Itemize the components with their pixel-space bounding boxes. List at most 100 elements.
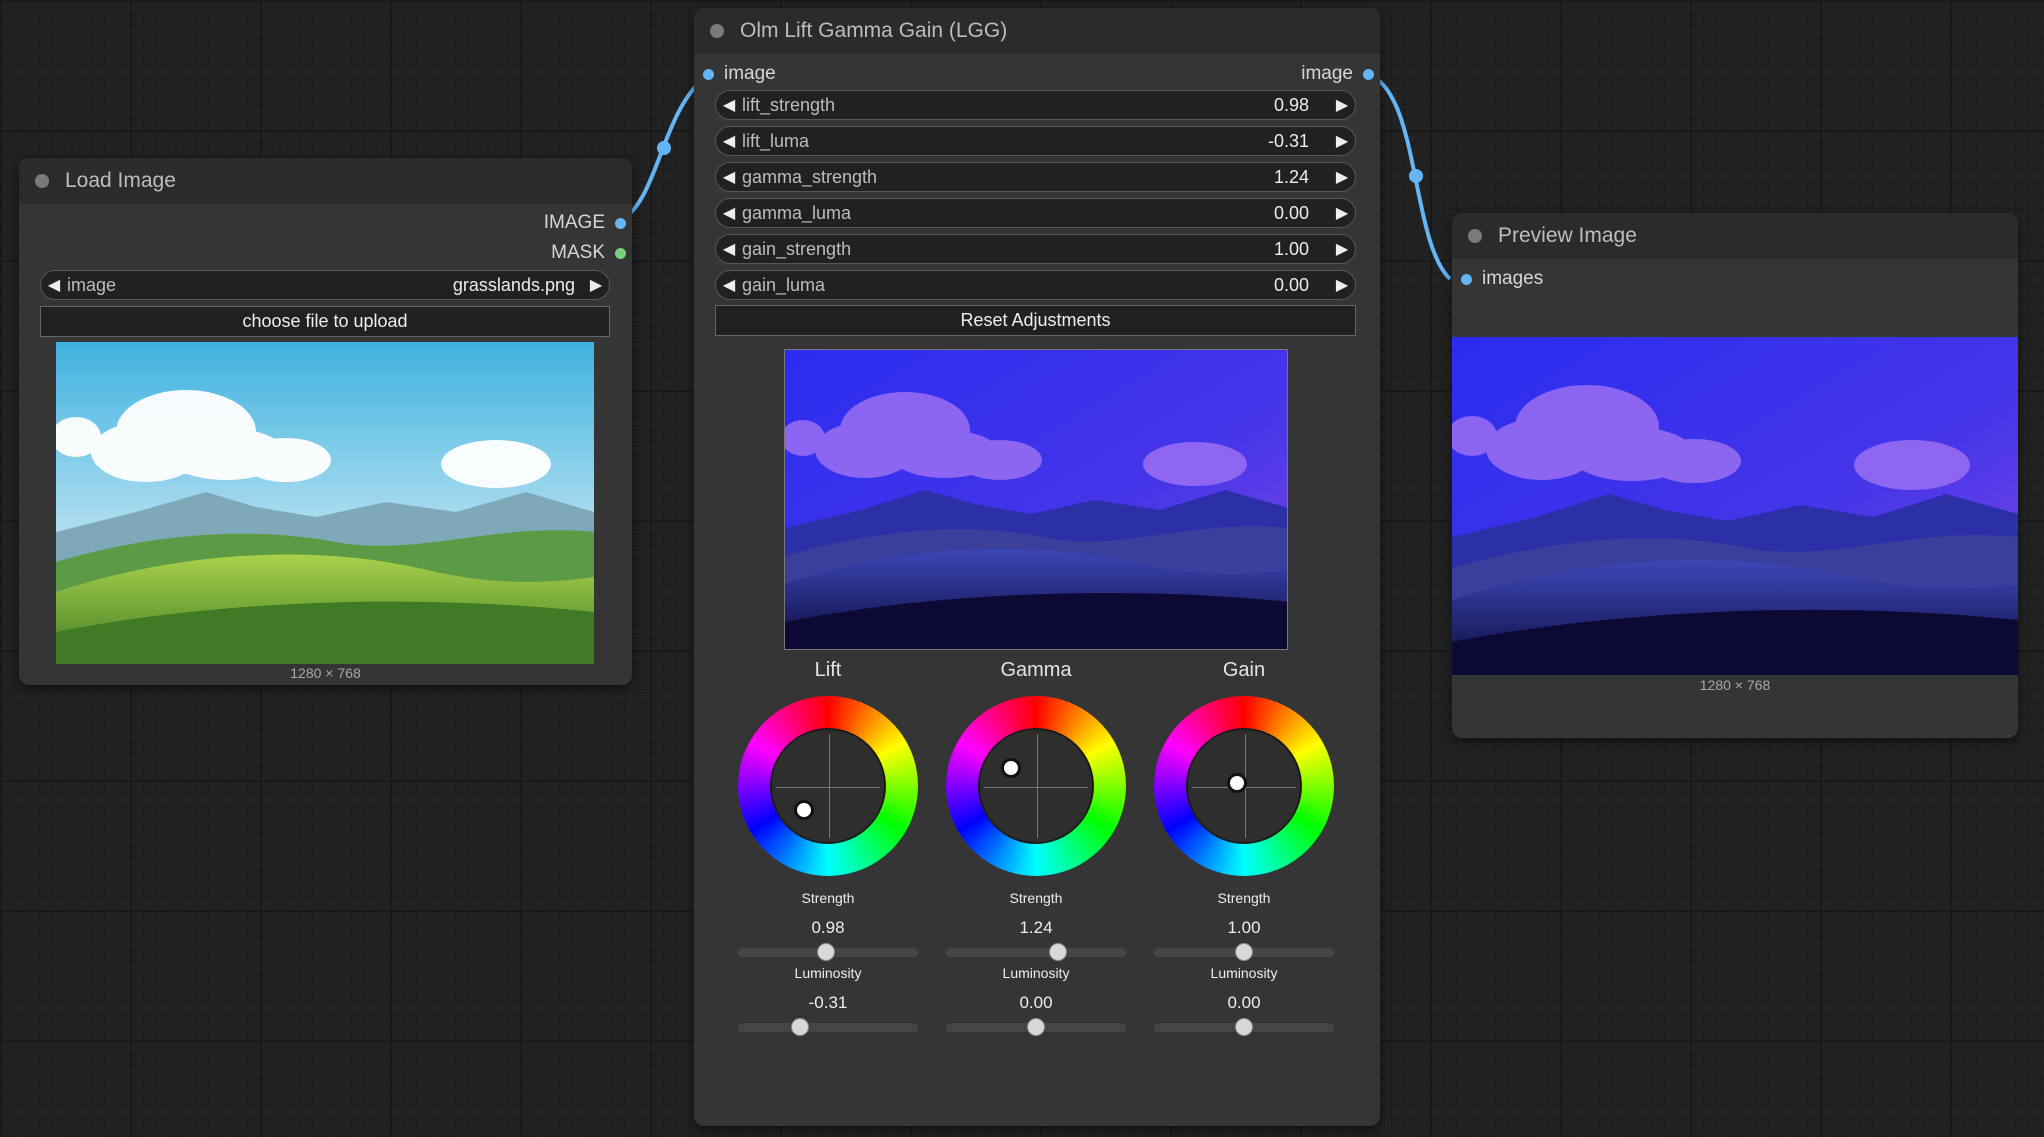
lift-strength-slider[interactable] (738, 943, 918, 961)
node-header[interactable]: Preview Image (1452, 213, 2018, 259)
widget-label: lift_luma (742, 130, 810, 151)
wheel-crosshair (770, 728, 886, 844)
slider-thumb[interactable] (791, 1018, 810, 1036)
lift-luminosity-label: Luminosity (794, 965, 862, 981)
arrow-left-icon[interactable]: ◀ (716, 275, 742, 295)
widget-value: 1.24 (1273, 166, 1309, 187)
gain-strength-label: Strength (1217, 890, 1271, 906)
output-slot-mask[interactable]: MASK (551, 242, 626, 264)
arrow-right-icon[interactable]: ▶ (1329, 203, 1355, 223)
node-title: Preview Image (1498, 224, 1637, 247)
widget-value: grasslands.png (452, 274, 575, 295)
gain-strength-value: 1.00 (1227, 918, 1261, 937)
lift-gamma-gain-node[interactable]: Olm Lift Gamma Gain (LGG) image image ◀ … (694, 8, 1380, 1126)
arrow-left-icon[interactable]: ◀ (716, 203, 742, 223)
slot-label: IMAGE (543, 212, 605, 233)
lift-luminosity-value: -0.31 (808, 993, 848, 1012)
widget-value: -0.31 (1267, 130, 1309, 151)
slot-dot-icon[interactable] (1461, 273, 1472, 285)
gain-luma-widget[interactable]: ◀ gain_luma 0.00 ▶ (715, 270, 1356, 300)
load-image-node[interactable]: Load Image IMAGE MASK ◀ image grasslands… (19, 158, 632, 685)
arrow-right-icon[interactable]: ▶ (1329, 239, 1355, 259)
widget-label: image (67, 274, 117, 295)
wire-midpoint-handle (657, 141, 671, 155)
collapse-dot-icon[interactable] (710, 24, 724, 38)
input-slot-image[interactable]: image (703, 63, 776, 85)
slot-dot-icon[interactable] (615, 247, 626, 259)
lift-luminosity-slider[interactable] (738, 1018, 918, 1036)
gamma-strength-widget[interactable]: ◀ gamma_strength 1.24 ▶ (715, 162, 1356, 192)
gamma-strength-slider[interactable] (946, 943, 1126, 961)
slider-thumb[interactable] (1027, 1018, 1045, 1036)
gain-luminosity-slider[interactable] (1154, 1018, 1334, 1036)
gamma-strength-label: Strength (1009, 890, 1063, 906)
slider-thumb[interactable] (1048, 943, 1067, 961)
wire-midpoint-handle (1409, 169, 1423, 183)
slot-label: image (1301, 63, 1353, 84)
preview-image-node[interactable]: Preview Image images 1280 × 768 (1452, 213, 2018, 738)
slot-dot-icon[interactable] (615, 217, 626, 229)
gamma-luminosity-label: Luminosity (1002, 965, 1070, 981)
gain-wheel-title: Gain (1222, 659, 1266, 681)
slot-dot-icon[interactable] (1363, 68, 1374, 80)
gain-luminosity-value: 0.00 (1227, 993, 1261, 1012)
reset-adjustments-button[interactable]: Reset Adjustments (715, 305, 1356, 336)
wheel-crosshair (978, 728, 1094, 844)
node-title: Olm Lift Gamma Gain (LGG) (740, 19, 1008, 42)
collapse-dot-icon[interactable] (35, 174, 49, 188)
widget-label: gamma_luma (742, 202, 852, 223)
adjusted-image-preview (784, 349, 1288, 650)
gamma-luma-widget[interactable]: ◀ gamma_luma 0.00 ▶ (715, 198, 1356, 228)
gain-wheel-handle[interactable] (1227, 773, 1247, 793)
widget-label: gain_luma (742, 274, 826, 295)
source-image-preview (56, 342, 594, 664)
gamma-luminosity-value: 0.00 (1019, 993, 1053, 1012)
slider-thumb[interactable] (817, 943, 836, 961)
widget-value: 1.00 (1273, 238, 1309, 259)
output-image-preview (1452, 337, 2018, 675)
collapse-dot-icon[interactable] (1468, 229, 1482, 243)
lift-wheel-title: Lift (814, 659, 842, 681)
slider-thumb[interactable] (1235, 943, 1253, 961)
lift-strength-label: Strength (801, 890, 855, 906)
arrow-left-icon[interactable]: ◀ (41, 275, 67, 295)
widget-value: 0.98 (1273, 94, 1309, 115)
lift-color-wheel[interactable] (738, 696, 918, 876)
input-slot-images[interactable]: images (1461, 268, 1543, 290)
arrow-right-icon[interactable]: ▶ (1329, 167, 1355, 187)
node-title: Load Image (65, 169, 176, 192)
gamma-wheel-handle[interactable] (1001, 758, 1021, 778)
arrow-left-icon[interactable]: ◀ (716, 131, 742, 151)
widget-label: gain_strength (742, 238, 852, 259)
node-header[interactable]: Olm Lift Gamma Gain (LGG) (694, 8, 1380, 54)
arrow-right-icon[interactable]: ▶ (583, 275, 609, 295)
image-combo-widget[interactable]: ◀ image grasslands.png ▶ (40, 270, 610, 300)
lift-wheel-handle[interactable] (794, 800, 814, 820)
image-dimensions: 1280 × 768 (1699, 677, 1771, 693)
gain-luminosity-label: Luminosity (1210, 965, 1278, 981)
gain-strength-widget[interactable]: ◀ gain_strength 1.00 ▶ (715, 234, 1356, 264)
widget-value: 0.00 (1273, 202, 1309, 223)
output-slot-image[interactable]: IMAGE (544, 212, 626, 234)
gain-color-wheel[interactable] (1154, 696, 1334, 876)
lift-luma-widget[interactable]: ◀ lift_luma -0.31 ▶ (715, 126, 1356, 156)
output-slot-image[interactable]: image (1301, 63, 1374, 85)
arrow-left-icon[interactable]: ◀ (716, 239, 742, 259)
upload-button[interactable]: choose file to upload (40, 306, 610, 337)
slot-label: MASK (551, 242, 605, 263)
slider-thumb[interactable] (1235, 1018, 1253, 1036)
slot-dot-icon[interactable] (703, 68, 714, 80)
arrow-left-icon[interactable]: ◀ (716, 95, 742, 115)
arrow-left-icon[interactable]: ◀ (716, 167, 742, 187)
node-header[interactable]: Load Image (19, 158, 632, 204)
gamma-color-wheel[interactable] (946, 696, 1126, 876)
slot-label: image (724, 63, 776, 84)
arrow-right-icon[interactable]: ▶ (1329, 275, 1355, 295)
arrow-right-icon[interactable]: ▶ (1329, 95, 1355, 115)
widget-label: lift_strength (742, 94, 836, 115)
gain-strength-slider[interactable] (1154, 943, 1334, 961)
lift-strength-widget[interactable]: ◀ lift_strength 0.98 ▶ (715, 90, 1356, 120)
image-dimensions: 1280 × 768 (290, 665, 361, 681)
gamma-luminosity-slider[interactable] (946, 1018, 1126, 1036)
arrow-right-icon[interactable]: ▶ (1329, 131, 1355, 151)
